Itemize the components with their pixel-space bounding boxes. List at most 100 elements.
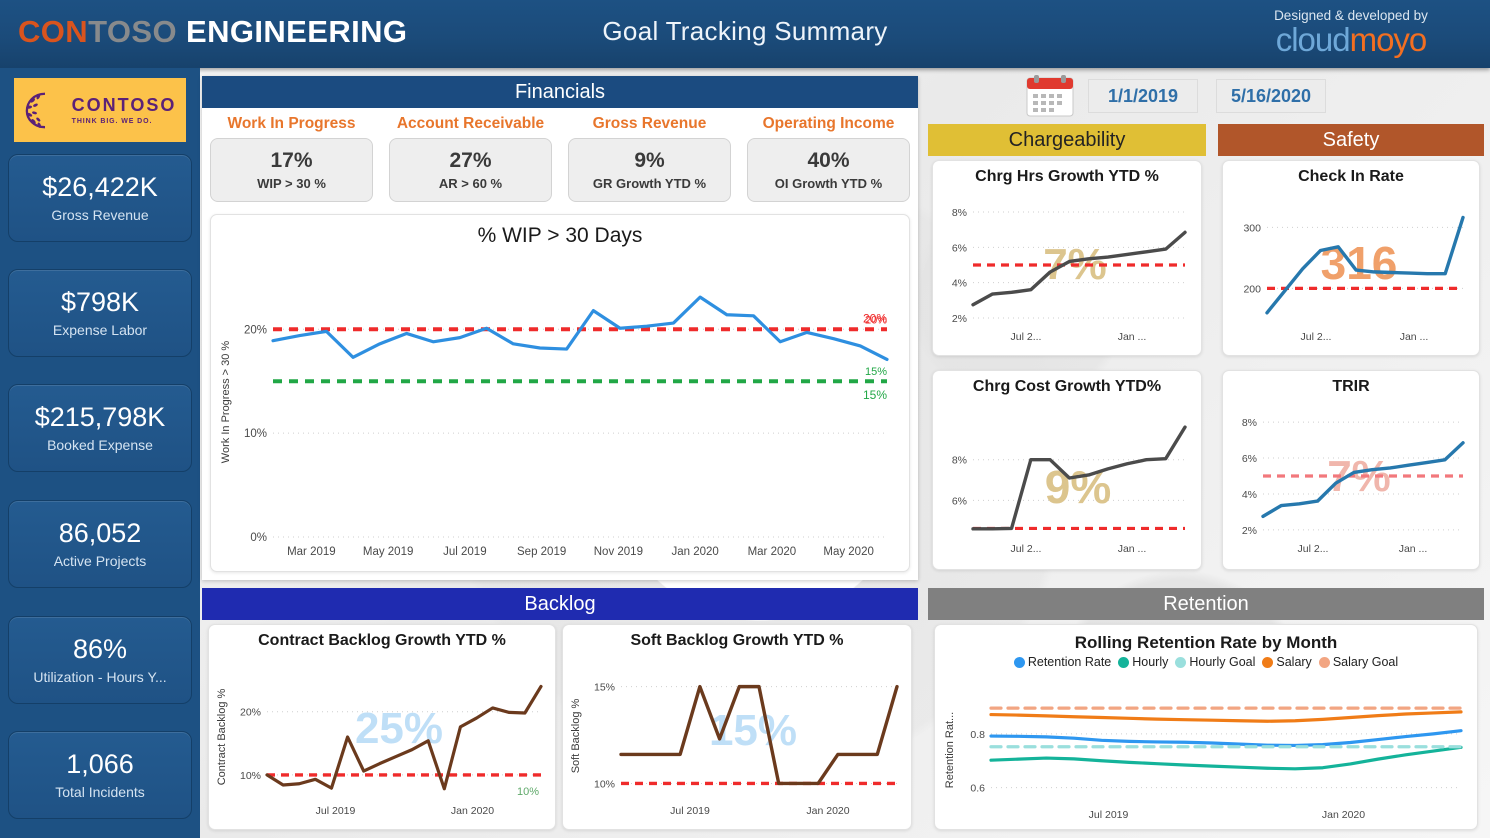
metric-value: 9% xyxy=(634,149,665,172)
svg-text:Jul 2...: Jul 2... xyxy=(1298,543,1329,555)
metric-value: 17% xyxy=(270,149,313,172)
metric-heading: Operating Income xyxy=(762,115,895,132)
financial-metric-wip[interactable]: Work In Progress 17% WIP > 30 % xyxy=(202,110,381,202)
legend-item[interactable]: Hourly xyxy=(1118,655,1168,669)
legend-color-dot xyxy=(1118,656,1130,668)
soft-backlog-chart-card[interactable]: Soft Backlog Growth YTD % 10% 15% 15% Jul 2… xyxy=(562,624,912,830)
sidebar-kpi-utilization[interactable]: 86% Utilization - Hours Y... xyxy=(8,616,192,704)
svg-text:20%: 20% xyxy=(863,311,887,325)
metric-tile[interactable]: 40% OI Growth YTD % xyxy=(747,138,910,202)
chrg-cost-chart-title: Chrg Cost Growth YTD% xyxy=(972,378,1162,395)
svg-text:May 2020: May 2020 xyxy=(823,546,874,558)
svg-text:May 2019: May 2019 xyxy=(363,546,414,558)
legend-color-dot xyxy=(1013,656,1025,668)
soft-backlog-chart-title: Soft Backlog Growth YTD % xyxy=(630,632,844,649)
legend-label: Retention Rate xyxy=(1027,655,1112,669)
svg-text:Work In Progress > 30 %: Work In Progress > 30 % xyxy=(220,341,232,464)
svg-text:Mar 2019: Mar 2019 xyxy=(287,546,336,558)
check-in-rate-chart[interactable]: 200 300 316 Jul 2... Jan ... xyxy=(1223,161,1481,357)
chrg-hrs-chart-card[interactable]: Chrg Hrs Growth YTD % 2% 4% 6% 8% 7% Jul 2...… xyxy=(932,160,1202,356)
svg-text:8%: 8% xyxy=(952,455,967,467)
svg-text:15%: 15% xyxy=(865,366,887,378)
date-slicer-end[interactable]: 5/16/2020 xyxy=(1216,79,1326,113)
kpi-value: $798K xyxy=(60,287,140,318)
dashboard-root: CONTOSO ENGINEERING Goal Tracking Summar… xyxy=(0,0,1490,838)
contoso-logo-tagline: THINK BIG. WE DO. xyxy=(71,118,153,125)
svg-text:2%: 2% xyxy=(1242,525,1257,537)
chargeability-panel-header: Chargeability xyxy=(928,124,1206,156)
svg-text:Jan 2020: Jan 2020 xyxy=(806,805,849,817)
svg-text:6%: 6% xyxy=(952,495,967,507)
svg-text:Jul 2019: Jul 2019 xyxy=(443,546,486,558)
svg-text:Soft Backlog %: Soft Backlog % xyxy=(570,698,582,773)
svg-text:Jul 2...: Jul 2... xyxy=(1011,543,1042,555)
financials-panel: Financials Work In Progress 17% WIP > 30… xyxy=(202,76,918,580)
retention-panel-header: Retention xyxy=(928,588,1484,620)
cloudmoyo-moyo: moyo xyxy=(1349,21,1428,58)
sidebar-kpi-expense-labor[interactable]: $798K Expense Labor xyxy=(8,269,192,357)
retention-panel: Retention Rolling Retention Rate by Mont… xyxy=(928,588,1484,836)
chrg-hrs-chart[interactable]: 2%4%6%8%7%Jul 2... Jan ... xyxy=(933,161,1203,357)
legend-color-dot xyxy=(1175,656,1187,668)
kpi-label: Total Incidents xyxy=(55,783,145,800)
retention-legend[interactable]: Retention Rate Hourly Hourly Goal Salary Sal… xyxy=(935,655,1477,669)
check-in-rate-chart-card[interactable]: Check In Rate 200 300 316 Jul 2... Jan ... xyxy=(1222,160,1480,356)
svg-text:20%: 20% xyxy=(240,707,261,719)
rolling-retention-chart-title: Rolling Retention Rate by Month xyxy=(1074,633,1338,652)
sidebar-kpi-booked-expense[interactable]: $215,798K Booked Expense xyxy=(8,384,192,472)
financial-metric-ar[interactable]: Account Receivable 27% AR > 60 % xyxy=(381,110,560,202)
legend-item[interactable]: Salary Goal xyxy=(1318,655,1398,669)
calendar-icon[interactable] xyxy=(1022,74,1078,118)
trir-chart-title: TRIR xyxy=(1332,378,1370,395)
chrg-cost-chart[interactable]: 6% 8% 9% Jul 2... Jan ... xyxy=(933,371,1203,571)
kpi-label: Active Projects xyxy=(53,552,147,569)
soft-backlog-chart[interactable]: 10%15%15%Jul 2019 Jan 2020Soft Backlog % xyxy=(563,625,913,831)
svg-text:Jan 2020: Jan 2020 xyxy=(451,805,494,817)
laurel-wreath-icon xyxy=(25,92,45,129)
kpi-value: $215,798K xyxy=(34,402,166,433)
metric-sublabel: GR Growth YTD % xyxy=(592,176,707,191)
contoso-logo: CONTOSO THINK BIG. WE DO. xyxy=(14,78,186,142)
sidebar-kpi-active-projects[interactable]: 86,052 Active Projects xyxy=(8,500,192,588)
trir-chart-card[interactable]: TRIR 2% 4% 6% 8% 7% Jul 2... Jan ... xyxy=(1222,370,1480,570)
chrg-cost-chart-card[interactable]: Chrg Cost Growth YTD% 6% 8% 9% Jul 2... Jan … xyxy=(932,370,1202,570)
contract-backlog-chart[interactable]: 10%20% 25%10%Jul 2019 Jan 2020Contract Bac… xyxy=(209,625,557,831)
cloudmoyo-logo: cloudmoyo xyxy=(1226,23,1476,56)
legend-item[interactable]: Retention Rate xyxy=(1013,655,1112,669)
wip-chart[interactable]: 0% 10% 20% 20% 15% Mar 2019 May 2019 Jul 2019 Se… xyxy=(211,215,911,573)
svg-text:10%: 10% xyxy=(244,428,267,440)
svg-text:Contract Backlog %: Contract Backlog % xyxy=(216,688,228,785)
legend-label: Hourly Goal xyxy=(1189,655,1256,669)
svg-text:200: 200 xyxy=(1243,283,1261,295)
backlog-panel: Backlog Contract Backlog Growth YTD % 10… xyxy=(202,588,918,836)
svg-text:15%: 15% xyxy=(594,682,615,694)
metric-heading: Gross Revenue xyxy=(592,115,707,132)
financials-panel-header: Financials xyxy=(202,76,918,108)
metric-tile[interactable]: 9% GR Growth YTD % xyxy=(568,138,731,202)
metric-heading: Work In Progress xyxy=(227,115,356,132)
metric-tile[interactable]: 27% AR > 60 % xyxy=(389,138,552,202)
legend-item[interactable]: Hourly Goal xyxy=(1175,655,1255,669)
date-slicer-start[interactable]: 1/1/2019 xyxy=(1088,79,1198,113)
svg-text:Jul 2019: Jul 2019 xyxy=(1089,809,1129,821)
legend-color-dot xyxy=(1262,656,1274,668)
contract-backlog-chart-card[interactable]: Contract Backlog Growth YTD % 10% 20% 25% 1… xyxy=(208,624,556,830)
rolling-retention-chart-card[interactable]: Rolling Retention Rate by Month Retentio… xyxy=(934,624,1478,830)
cloudmoyo-cloud: cloud xyxy=(1275,21,1351,58)
metric-value: 27% xyxy=(449,149,492,172)
svg-text:Jul 2...: Jul 2... xyxy=(1011,331,1042,343)
financial-metric-gross-revenue[interactable]: Gross Revenue 9% GR Growth YTD % xyxy=(560,110,739,202)
trir-chart[interactable]: 2%4%6%8%7%Jul 2... Jan ... xyxy=(1223,371,1481,571)
wip-chart-card[interactable]: % WIP > 30 Days 0% 10% 20% 20% 15% Mar 2019 Ma… xyxy=(210,214,910,572)
svg-text:10%: 10% xyxy=(594,778,615,790)
check-in-rate-chart-title: Check In Rate xyxy=(1298,168,1404,185)
sidebar-kpi-total-incidents[interactable]: 1,066 Total Incidents xyxy=(8,731,192,819)
kpi-value: 86,052 xyxy=(58,518,142,549)
backlog-panel-header: Backlog xyxy=(202,588,918,620)
legend-item[interactable]: Salary xyxy=(1262,655,1312,669)
financial-metric-operating-income[interactable]: Operating Income 40% OI Growth YTD % xyxy=(739,110,918,202)
svg-text:9%: 9% xyxy=(1045,461,1111,513)
metric-tile[interactable]: 17% WIP > 30 % xyxy=(210,138,373,202)
svg-text:Mar 2020: Mar 2020 xyxy=(748,546,797,558)
sidebar-kpi-gross-revenue[interactable]: $26,422K Gross Revenue xyxy=(8,154,192,242)
